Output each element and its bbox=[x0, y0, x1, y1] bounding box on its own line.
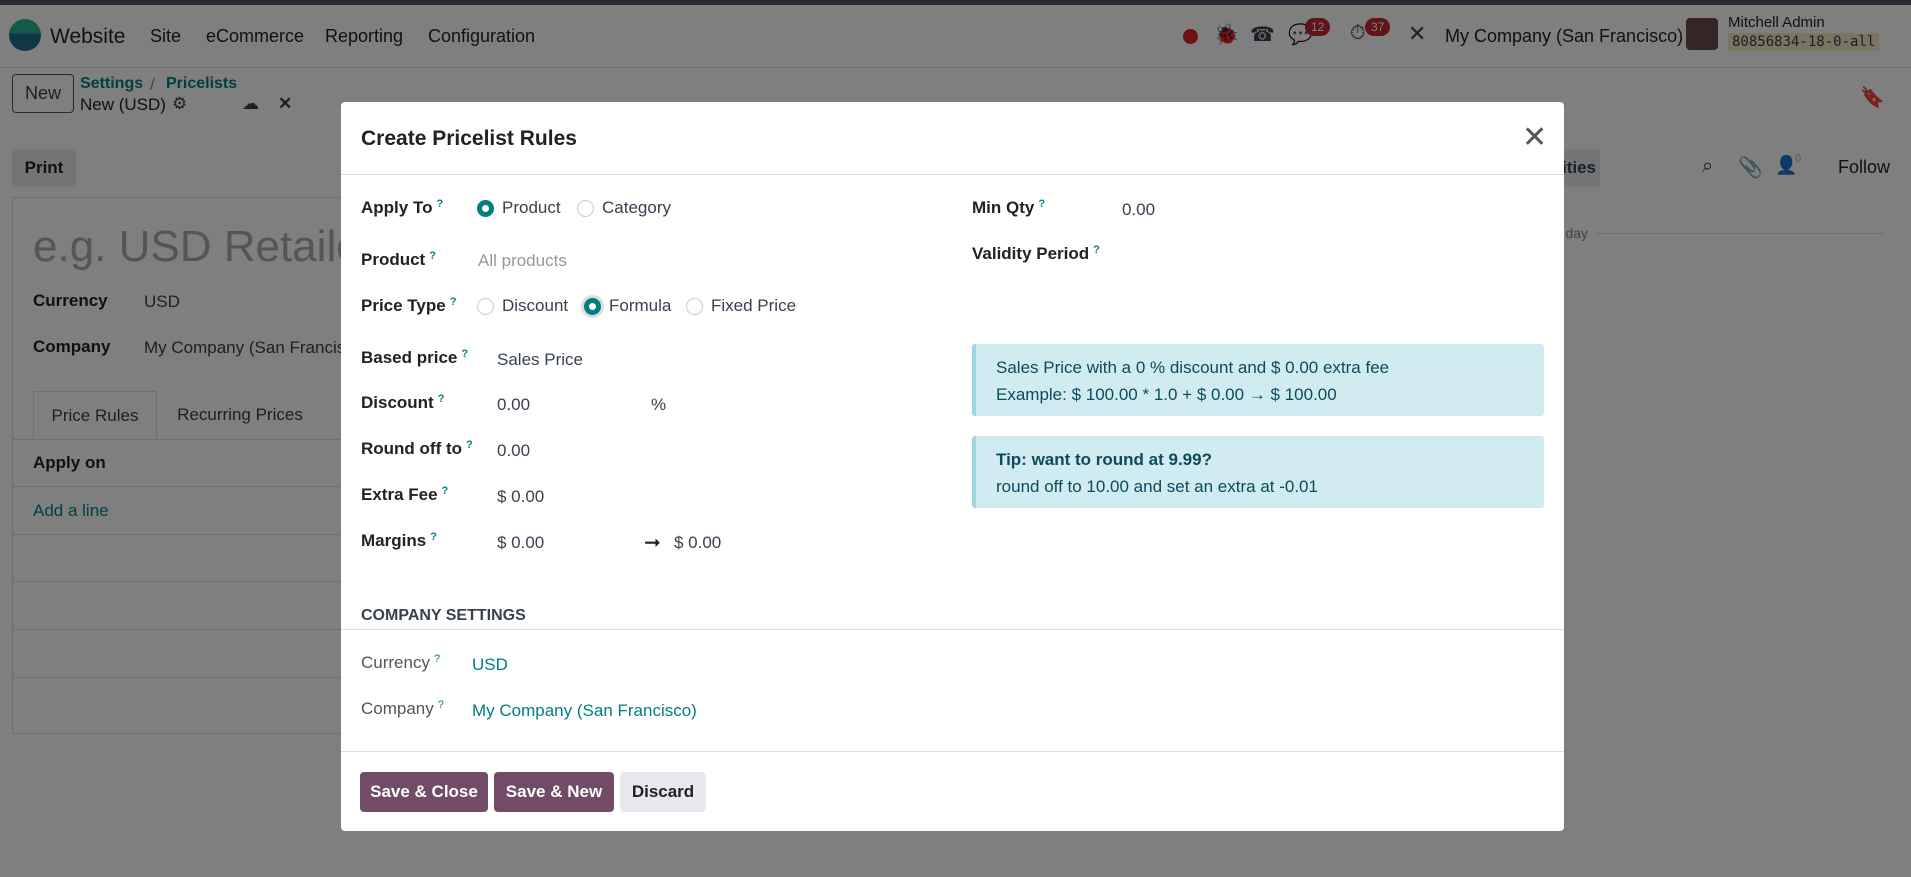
extra-fee-label: Extra Fee bbox=[361, 485, 438, 504]
modal-company-label: Company bbox=[361, 699, 434, 718]
dialog-title: Create Pricelist Rules bbox=[361, 127, 577, 150]
based-price-label: Based price bbox=[361, 348, 458, 367]
price-type-fixed-radio[interactable]: Fixed Price bbox=[686, 296, 796, 316]
close-icon[interactable]: ✕ bbox=[1522, 120, 1547, 155]
price-type-formula-radio[interactable]: Formula bbox=[584, 296, 671, 316]
based-price-select[interactable]: Sales Price bbox=[497, 350, 583, 370]
modal-company-value[interactable]: My Company (San Francisco) bbox=[472, 701, 697, 721]
radio-unchecked-icon bbox=[477, 298, 494, 316]
radio-checked-icon bbox=[477, 200, 494, 218]
margins-label: Margins bbox=[361, 531, 427, 550]
min-qty-label: Min Qty bbox=[972, 198, 1035, 217]
info-line-1: Sales Price with a 0 % discount and $ 0.… bbox=[996, 358, 1390, 377]
company-settings-heading: COMPANY SETTINGS bbox=[361, 607, 526, 624]
save-new-button[interactable]: Save & New bbox=[494, 772, 614, 812]
min-qty-input[interactable]: 0.00 bbox=[1122, 200, 1155, 220]
round-off-input[interactable]: 0.00 bbox=[497, 441, 530, 461]
tip-box: Tip: want to round at 9.99? round off to… bbox=[972, 436, 1544, 508]
price-type-discount-radio[interactable]: Discount bbox=[477, 296, 568, 316]
discard-button[interactable]: Discard bbox=[620, 772, 706, 812]
discount-unit: % bbox=[651, 395, 667, 414]
radio-checked-icon bbox=[584, 298, 601, 316]
modal-currency-label: Currency bbox=[361, 653, 430, 672]
apply-to-label: Apply To bbox=[361, 198, 433, 217]
discount-input[interactable]: 0.00 bbox=[497, 395, 530, 415]
tip-title: Tip: want to round at 9.99? bbox=[996, 450, 1212, 469]
price-type-label: Price Type bbox=[361, 296, 446, 315]
apply-to-product-radio[interactable]: Product bbox=[477, 198, 561, 218]
save-close-button[interactable]: Save & Close bbox=[360, 772, 488, 812]
apply-to-category-radio[interactable]: Category bbox=[577, 198, 671, 218]
create-pricelist-rules-dialog: Create Pricelist Rules ✕ Apply To? Produ… bbox=[341, 102, 1564, 831]
tip-text: round off to 10.00 and set an extra at -… bbox=[996, 477, 1318, 496]
radio-unchecked-icon bbox=[686, 298, 703, 316]
modal-currency-value[interactable]: USD bbox=[472, 655, 508, 675]
info-line-2: Example: $ 100.00 * 1.0 + $ 0.00 → $ 100… bbox=[996, 385, 1337, 404]
product-input[interactable]: All products bbox=[478, 251, 567, 271]
radio-unchecked-icon bbox=[577, 200, 594, 218]
formula-info-box: Sales Price with a 0 % discount and $ 0.… bbox=[972, 344, 1544, 416]
max-margin-input[interactable]: $ 0.00 bbox=[674, 533, 721, 553]
min-margin-input[interactable]: $ 0.00 bbox=[497, 533, 544, 553]
product-label: Product bbox=[361, 250, 426, 269]
round-off-label: Round off to bbox=[361, 439, 463, 458]
discount-label: Discount bbox=[361, 393, 434, 412]
validity-period-label: Validity Period bbox=[972, 244, 1090, 263]
arrow-right-icon: ➞ bbox=[644, 532, 661, 554]
extra-fee-input[interactable]: $ 0.00 bbox=[497, 487, 544, 507]
